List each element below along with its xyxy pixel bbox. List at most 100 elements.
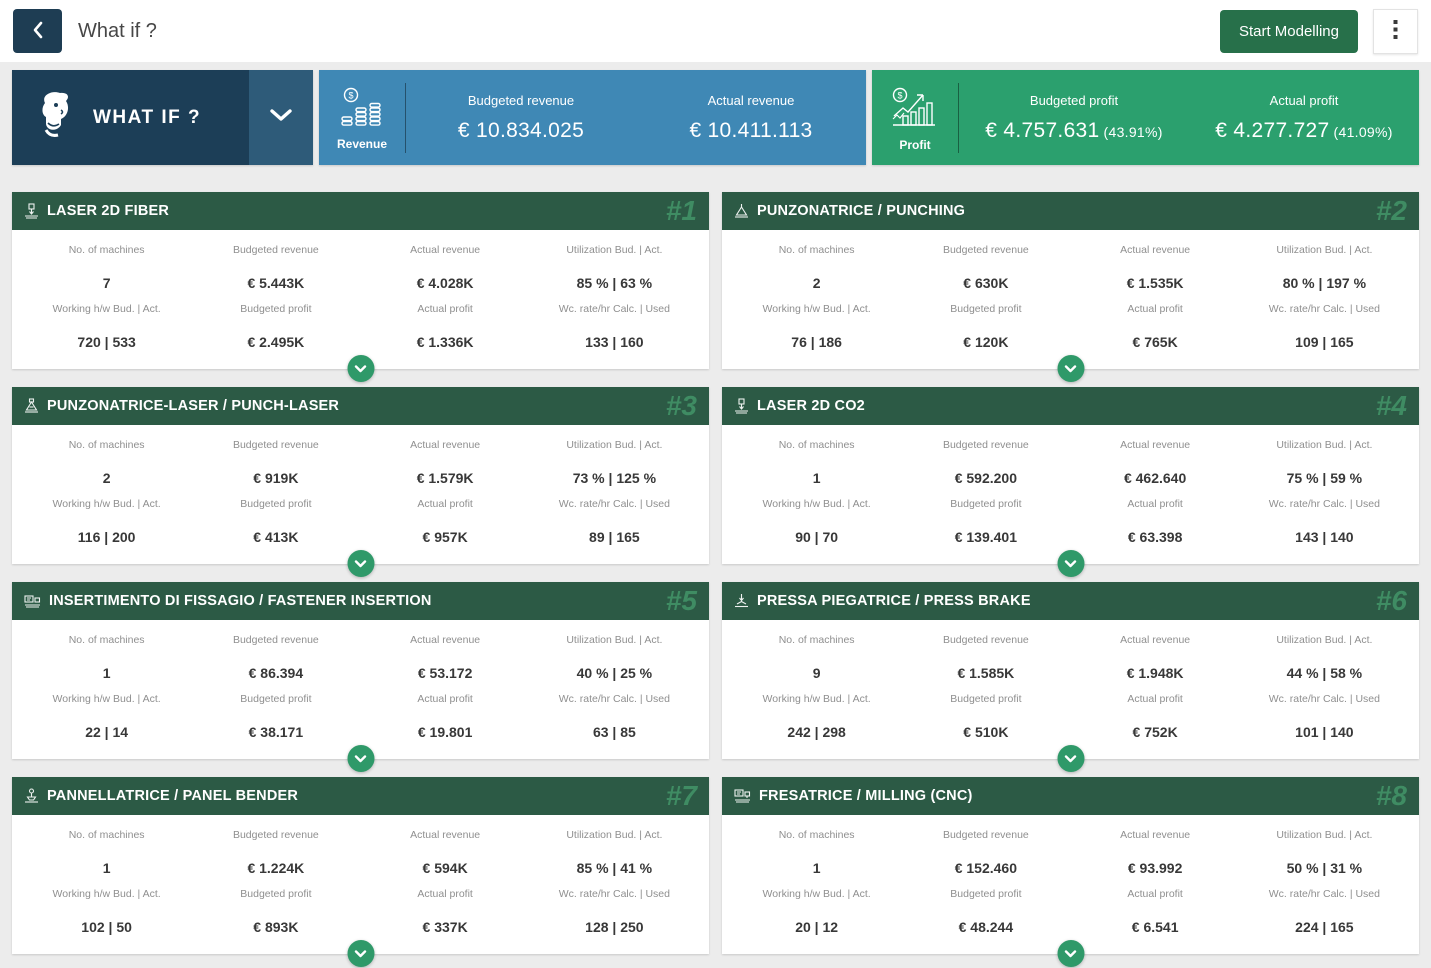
stat-value: 89 | 165 xyxy=(532,529,697,545)
card-expand-button[interactable] xyxy=(347,550,374,577)
stat-budgeted-profit: Budgeted profit € 413K xyxy=(191,493,360,552)
stat-no-of-machines: No. of machines 2 xyxy=(732,239,901,298)
stat-actual-revenue: Actual revenue € 1.948K xyxy=(1071,629,1240,688)
stat-value: € 48.244 xyxy=(903,919,1068,935)
stat-label: Working h/w Bud. | Act. xyxy=(734,303,899,315)
workcenter-card: INSERTIMENTO DI FISSAGIO / FASTENER INSE… xyxy=(12,582,709,759)
stat-budgeted-revenue: Budgeted revenue € 86.394 xyxy=(191,629,360,688)
stat-working-hours: Working h/w Bud. | Act. 22 | 14 xyxy=(22,688,191,747)
workcenter-card: PANNELLATRICE / PANEL BENDER #7 No. of m… xyxy=(12,777,709,954)
stat-budgeted-revenue: Budgeted revenue € 5.443K xyxy=(191,239,360,298)
card-number: #4 xyxy=(1376,389,1407,423)
stat-actual-profit: Actual profit € 957K xyxy=(361,493,530,552)
card-expand-button[interactable] xyxy=(1057,550,1084,577)
stat-actual-revenue: Actual revenue € 4.028K xyxy=(361,239,530,298)
stat-label: Actual profit xyxy=(1073,498,1238,510)
stat-label: Actual revenue xyxy=(363,634,528,646)
stat-label: Budgeted profit xyxy=(903,498,1068,510)
stat-actual-profit: Actual profit € 752K xyxy=(1071,688,1240,747)
stat-no-of-machines: No. of machines 9 xyxy=(732,629,901,688)
stat-working-hours: Working h/w Bud. | Act. 116 | 200 xyxy=(22,493,191,552)
stat-value: € 1.948K xyxy=(1073,665,1238,681)
stat-label: Actual revenue xyxy=(1073,634,1238,646)
stat-label: Actual profit xyxy=(363,498,528,510)
kebab-menu-button[interactable] xyxy=(1373,9,1418,54)
page-title: What if ? xyxy=(78,20,157,43)
stat-budgeted-profit: Budgeted profit € 48.244 xyxy=(901,883,1070,942)
stat-label: Wc. rate/hr Calc. | Used xyxy=(1242,888,1407,900)
card-body: No. of machines 1 Budgeted revenue € 592… xyxy=(722,425,1419,552)
card-header: LASER 2D FIBER #1 xyxy=(12,192,709,230)
card-expand-button[interactable] xyxy=(1057,355,1084,382)
card-number: #3 xyxy=(666,389,697,423)
stat-value: € 2.495K xyxy=(193,334,358,350)
stat-utilization: Utilization Bud. | Act. 85 % | 41 % xyxy=(530,824,699,883)
stat-value: 143 | 140 xyxy=(1242,529,1407,545)
card-number: #7 xyxy=(666,779,697,813)
stat-no-of-machines: No. of machines 7 xyxy=(22,239,191,298)
stat-value: € 592.200 xyxy=(903,470,1068,486)
stat-value: 90 | 70 xyxy=(734,529,899,545)
what-if-panel[interactable]: WHAT IF ? xyxy=(12,70,313,165)
stat-label: Utilization Bud. | Act. xyxy=(532,829,697,841)
stat-label: Actual profit xyxy=(363,888,528,900)
stat-no-of-machines: No. of machines 1 xyxy=(22,629,191,688)
stat-value: 109 | 165 xyxy=(1242,334,1407,350)
stat-value: 1 xyxy=(734,470,899,486)
stat-value: 102 | 50 xyxy=(24,919,189,935)
stat-value: € 510K xyxy=(903,724,1068,740)
card-title: INSERTIMENTO DI FISSAGIO / FASTENER INSE… xyxy=(49,593,658,609)
workcenter-cards-grid: LASER 2D FIBER #1 No. of machines 7 Budg… xyxy=(12,192,1419,954)
stat-label: No. of machines xyxy=(734,439,899,451)
card-expand-button[interactable] xyxy=(347,745,374,772)
stat-value: € 152.460 xyxy=(903,860,1068,876)
stat-value: € 1.535K xyxy=(1073,275,1238,291)
stat-label: Actual profit xyxy=(1073,693,1238,705)
stat-utilization: Utilization Bud. | Act. 44 % | 58 % xyxy=(1240,629,1409,688)
profit-icon-block: $ Profit xyxy=(872,84,958,152)
card-header: LASER 2D CO2 #4 xyxy=(722,387,1419,425)
stat-value: € 5.443K xyxy=(193,275,358,291)
stat-value: € 919K xyxy=(193,470,358,486)
stat-value: € 86.394 xyxy=(193,665,358,681)
stat-label: Actual profit xyxy=(1073,888,1238,900)
stat-actual-profit: Actual profit € 19.801 xyxy=(361,688,530,747)
stat-label: Actual profit xyxy=(363,693,528,705)
what-if-expand-button[interactable] xyxy=(249,70,313,165)
stat-working-hours: Working h/w Bud. | Act. 90 | 70 xyxy=(732,493,901,552)
card-expand-button[interactable] xyxy=(1057,745,1084,772)
stat-value: € 337K xyxy=(363,919,528,935)
stat-value: € 93.992 xyxy=(1073,860,1238,876)
card-title: PRESSA PIEGATRICE / PRESS BRAKE xyxy=(757,593,1368,609)
stat-value: 7 xyxy=(24,275,189,291)
back-button[interactable] xyxy=(13,9,62,53)
card-number: #8 xyxy=(1376,779,1407,813)
stat-label: Actual revenue xyxy=(1073,244,1238,256)
stat-actual-revenue: Actual revenue € 1.535K xyxy=(1071,239,1240,298)
stat-working-hours: Working h/w Bud. | Act. 242 | 298 xyxy=(732,688,901,747)
stat-value: € 413K xyxy=(193,529,358,545)
stat-value: € 893K xyxy=(193,919,358,935)
card-number: #2 xyxy=(1376,194,1407,228)
stat-label: No. of machines xyxy=(24,634,189,646)
card-number: #1 xyxy=(666,194,697,228)
card-expand-button[interactable] xyxy=(347,355,374,382)
chevron-down-icon xyxy=(355,361,367,376)
stat-label: No. of machines xyxy=(734,829,899,841)
card-title: PANNELLATRICE / PANEL BENDER xyxy=(47,788,658,804)
start-modelling-button[interactable]: Start Modelling xyxy=(1220,10,1358,53)
stat-label: Actual profit xyxy=(1189,93,1419,108)
stat-label: No. of machines xyxy=(24,829,189,841)
summary-strip: WHAT IF ? $ Revenue xyxy=(12,70,1419,165)
card-expand-button[interactable] xyxy=(1057,940,1084,967)
stat-no-of-machines: No. of machines 2 xyxy=(22,434,191,493)
stat-budgeted-profit: Budgeted profit € 120K xyxy=(901,298,1070,357)
stat-actual-revenue: Actual revenue € 462.640 xyxy=(1071,434,1240,493)
card-expand-button[interactable] xyxy=(347,940,374,967)
stat-value: 40 % | 25 % xyxy=(532,665,697,681)
stat-actual-revenue: Actual revenue € 53.172 xyxy=(361,629,530,688)
growth-chart-icon: $ xyxy=(889,86,941,135)
stat-working-hours: Working h/w Bud. | Act. 102 | 50 xyxy=(22,883,191,942)
stat-label: Budgeted revenue xyxy=(193,829,358,841)
stat-label: Budgeted revenue xyxy=(193,634,358,646)
